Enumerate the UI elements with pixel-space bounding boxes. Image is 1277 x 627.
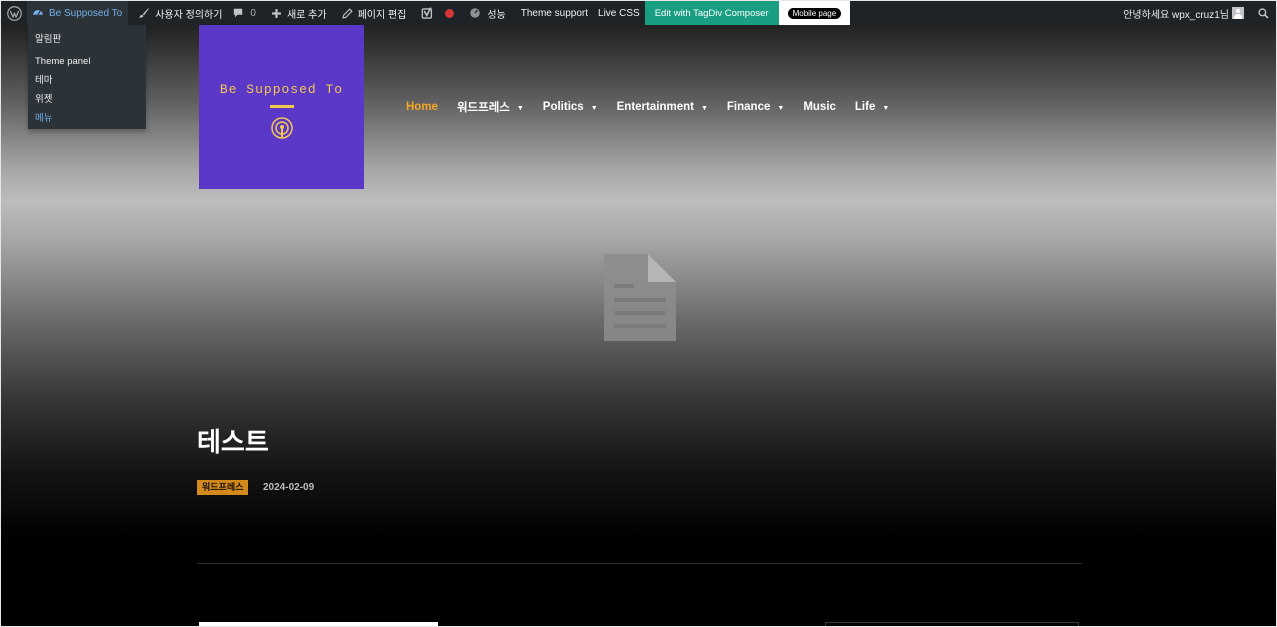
podcast-icon [270,117,293,139]
logo-divider [269,105,294,108]
wp-logo-menu[interactable] [1,1,27,25]
nav-item-entertainment[interactable]: Entertainment ▼ [617,101,708,113]
mobile-page-button[interactable]: Mobile page [778,1,851,25]
content-block-left [199,622,438,626]
tagdiv-composer-button[interactable]: Edit with TagDiv Composer [644,1,779,25]
theme-support-link[interactable]: Theme support [516,1,593,25]
nav-item-finance[interactable]: Finance ▼ [727,101,784,113]
nav-item-label: Life [854,101,876,113]
dashboard-icon [33,10,43,16]
dropdown-caret-icon: ▼ [777,104,785,112]
menu-item-widgets[interactable]: 위젯 [28,90,146,109]
site-name-dropdown: 알림판 Theme panel 테마 위젯 메뉴 [28,25,146,129]
new-content-menu[interactable]: 새로 추가 [266,1,332,25]
yoast-seo-menu[interactable] [416,1,459,25]
edit-page-link[interactable]: 페이지 편집 [337,1,412,25]
nav-item-label: Finance [726,101,771,113]
edit-page-label: 페이지 편집 [357,9,407,21]
search-icon [1258,7,1269,18]
comments-link[interactable]: 0 [227,1,261,25]
wordpress-logo-icon [6,5,22,21]
performance-label: 성능 [487,9,506,21]
brush-icon [139,8,150,18]
performance-icon [470,8,481,18]
customize-link[interactable]: 사용자 정의하기 [133,1,227,25]
admin-bar-right: 안녕하세요 wpx_cruz1님 [1118,1,1276,25]
nav-item-label: 워드프레스 [456,102,510,114]
document-placeholder-icon [604,254,676,341]
site-name-menu[interactable]: Be Supposed To [27,1,129,25]
plus-icon [272,8,281,18]
pencil-icon [341,7,353,19]
user-account-menu[interactable]: 안녕하세요 wpx_cruz1님 [1118,1,1249,25]
nav-item-label: Entertainment [616,101,694,113]
post-title: 테스트 [197,427,269,457]
category-badge[interactable]: 워드프레스 [197,480,249,495]
mobile-page-label: Mobile page [787,7,842,19]
page: Be Supposed To 사용자 정의하기 0 새로 추가 페이지 편집 성… [0,0,1277,627]
theme-support-label: Theme support [520,7,589,19]
nav-item-wordpress[interactable]: 워드프레스 ▼ [457,99,524,115]
dropdown-caret-icon: ▼ [700,104,708,112]
dropdown-caret-icon: ▼ [590,104,598,112]
performance-menu[interactable]: 성능 [464,1,510,25]
yoast-icon [421,6,433,19]
dropdown-caret-icon: ▼ [516,104,524,112]
main-navigation: Home 워드프레스 ▼ Politics ▼ Entertainment ▼ … [406,99,908,115]
nav-item-label: Home [406,101,438,113]
menu-item-dashboard[interactable]: 알림판 [28,30,146,49]
nav-item-home[interactable]: Home [406,101,438,113]
nav-item-label: Music [803,101,836,113]
nav-item-label: Politics [542,101,584,113]
nav-item-life[interactable]: Life ▼ [855,101,889,113]
avatar-icon [1232,7,1244,19]
site-name-label: Be Supposed To [49,7,123,19]
content-divider [197,563,1082,564]
admin-bar: Be Supposed To 사용자 정의하기 0 새로 추가 페이지 편집 성… [1,1,1276,25]
comments-count: 0 [250,7,256,19]
live-css-link[interactable]: Live CSS [593,1,645,25]
dropdown-caret-icon: ▼ [882,104,890,112]
site-logo[interactable]: Be Supposed To [199,25,364,189]
logo-text: Be Supposed To [219,82,344,97]
new-content-label: 새로 추가 [286,9,327,21]
nav-item-music[interactable]: Music [803,101,836,113]
menu-item-menus[interactable]: 메뉴 [28,109,146,128]
menu-item-theme-panel[interactable]: Theme panel [28,52,146,71]
greeting-label: 안녕하세요 wpx_cruz1님 [1123,9,1229,21]
live-css-label: Live CSS [598,7,640,19]
post-date: 2024-02-09 [263,482,315,493]
tagdiv-composer-label: Edit with TagDiv Composer [654,7,769,19]
nav-item-politics[interactable]: Politics ▼ [543,101,598,113]
content-block-right [825,622,1079,626]
menu-item-themes[interactable]: 테마 [28,71,146,90]
search-button[interactable] [1249,1,1276,25]
comment-icon [234,8,243,18]
customize-label: 사용자 정의하기 [155,9,223,21]
status-dot-icon [445,8,455,18]
